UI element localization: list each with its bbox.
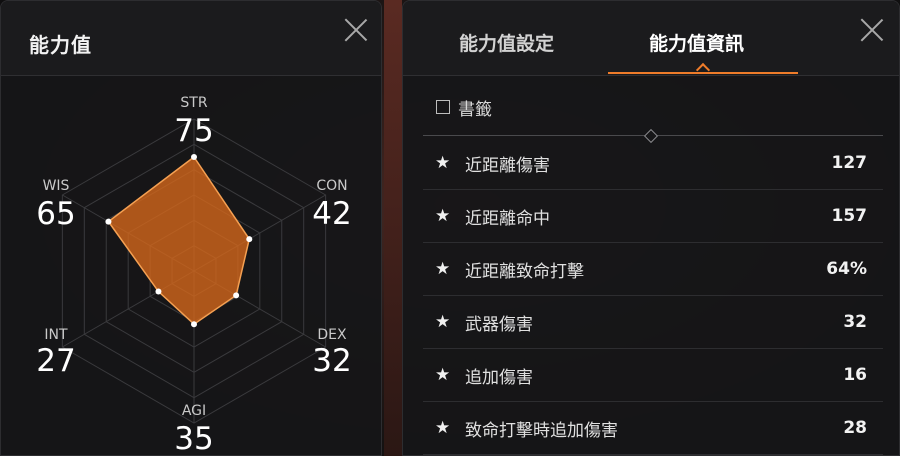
stat-row[interactable]: ★ 致命打擊時追加傷害 28 [423,402,883,455]
stats-panel-header: 能力值 [1,1,381,76]
stat-row-value: 28 [843,418,867,438]
stat-row-value: 64% [826,259,867,279]
stat-row-label: 武器傷害 [465,314,533,335]
stat-info-panel: 能力值設定 能力值資訊 書籤 ★ 近距離傷害 127 ★ 近距離命中 157 ★… [402,0,900,456]
stat-row-value: 16 [843,365,867,385]
stat-dex-value: 32 [312,343,352,379]
stat-wis-value: 65 [36,196,76,232]
bookmark-checkbox[interactable] [436,100,450,114]
stat-int-value: 27 [36,343,76,379]
star-icon[interactable]: ★ [435,153,457,173]
stat-wis-label: WIS [42,178,70,194]
background-strip [384,0,402,456]
radar-point-dex [233,292,240,299]
stat-agi-label: AGI [181,403,207,419]
stat-row-label: 致命打擊時追加傷害 [465,420,618,441]
tab-stat-settings[interactable]: 能力值設定 [459,29,554,56]
radar-point-str [191,154,197,160]
stat-row-value: 127 [831,153,868,173]
stats-panel: 能力值 STR 75 CON 42 DEX 32 AGI 35 INT 27 W… [0,0,382,456]
star-icon[interactable]: ★ [435,418,457,438]
stat-row[interactable]: ★ 武器傷害 32 [423,296,883,349]
star-icon[interactable]: ★ [435,312,457,332]
stat-row-label: 追加傷害 [465,367,533,388]
stat-int-label: INT [44,327,68,343]
close-icon[interactable] [859,17,885,43]
stat-con-value: 42 [312,196,352,232]
stat-row-label: 近距離傷害 [465,155,550,176]
bookmark-label: 書籤 [458,99,492,120]
panel-title: 能力值 [29,33,92,57]
stat-row[interactable]: ★ 追加傷害 16 [423,349,883,402]
stat-row-value: 32 [843,312,867,332]
stat-dex-label: DEX [317,327,347,343]
chevron-up-icon [695,62,711,78]
radar-point-agi [191,321,197,328]
stat-con-label: CON [316,178,348,194]
star-icon[interactable]: ★ [435,259,457,279]
radar-point-wis [105,218,112,225]
stat-row[interactable]: ★ 近距離致命打擊 64% [423,243,883,296]
stat-row[interactable]: ★ 近距離傷害 127 [423,137,883,190]
radar-point-int [155,288,162,295]
stat-str-value: 75 [174,113,214,149]
stat-str-label: STR [180,95,208,111]
star-icon[interactable]: ★ [435,365,457,385]
radar-point-con [246,236,253,243]
stat-row-label: 近距離致命打擊 [465,261,584,282]
tab-stat-info[interactable]: 能力值資訊 [649,29,744,56]
bookmark-checkbox-row[interactable]: 書籤 [436,95,492,120]
stat-info-header: 能力值設定 能力值資訊 [403,1,899,78]
stat-agi-value: 35 [174,421,214,456]
stat-row-label: 近距離命中 [465,208,550,229]
close-icon[interactable] [343,17,369,43]
stat-row-value: 157 [831,206,868,226]
stat-row[interactable]: ★ 近距離命中 157 [423,190,883,243]
star-icon[interactable]: ★ [435,206,457,226]
